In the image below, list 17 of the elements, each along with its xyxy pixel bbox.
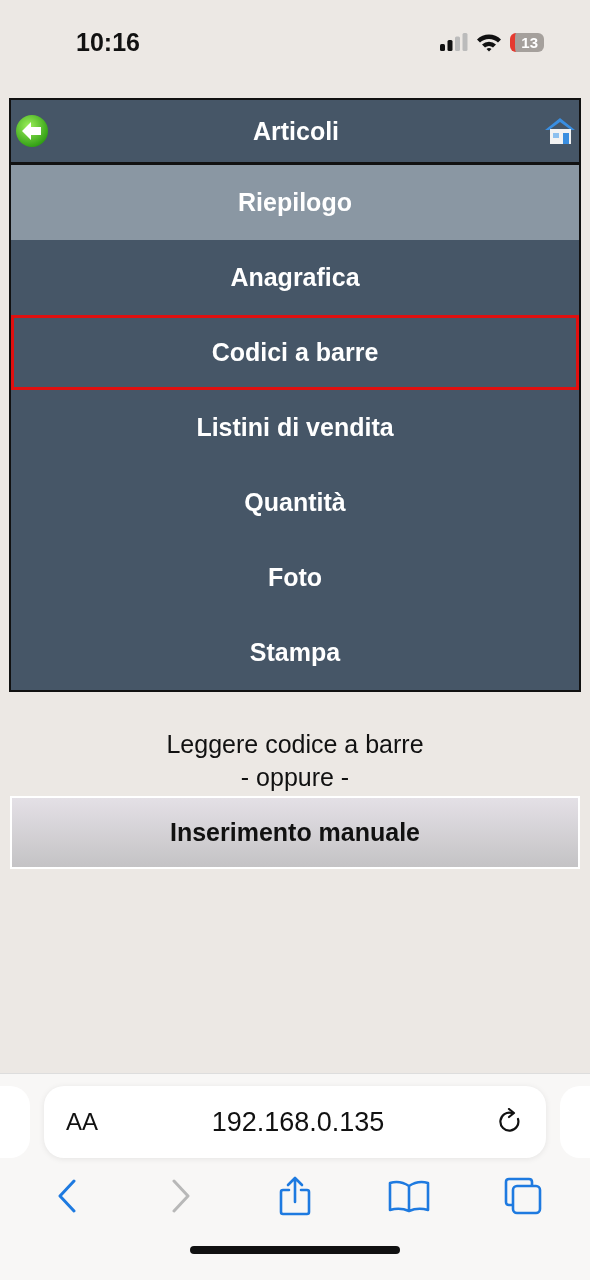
book-icon[interactable]	[388, 1179, 430, 1213]
address-bar[interactable]: AA 192.168.0.135	[44, 1086, 546, 1158]
menu-item[interactable]: Codici a barre	[11, 315, 579, 390]
text-size-button[interactable]: AA	[66, 1108, 98, 1136]
manual-entry-button[interactable]: Inserimento manuale	[10, 796, 580, 869]
house-icon[interactable]	[543, 116, 577, 146]
status-time: 10:16	[76, 27, 140, 57]
prompt-text: - oppure -	[240, 762, 350, 793]
battery-indicator: 13	[510, 32, 544, 52]
signal-icon	[440, 33, 469, 51]
wifi-icon	[476, 32, 503, 52]
url-text: 192.168.0.135	[211, 1106, 385, 1138]
tabs-icon[interactable]	[504, 1177, 542, 1215]
back-icon[interactable]	[57, 1179, 77, 1213]
share-icon[interactable]	[278, 1176, 312, 1216]
page-title: Articoli	[252, 116, 340, 146]
prompt-text: Leggere codice a barre	[166, 729, 424, 760]
